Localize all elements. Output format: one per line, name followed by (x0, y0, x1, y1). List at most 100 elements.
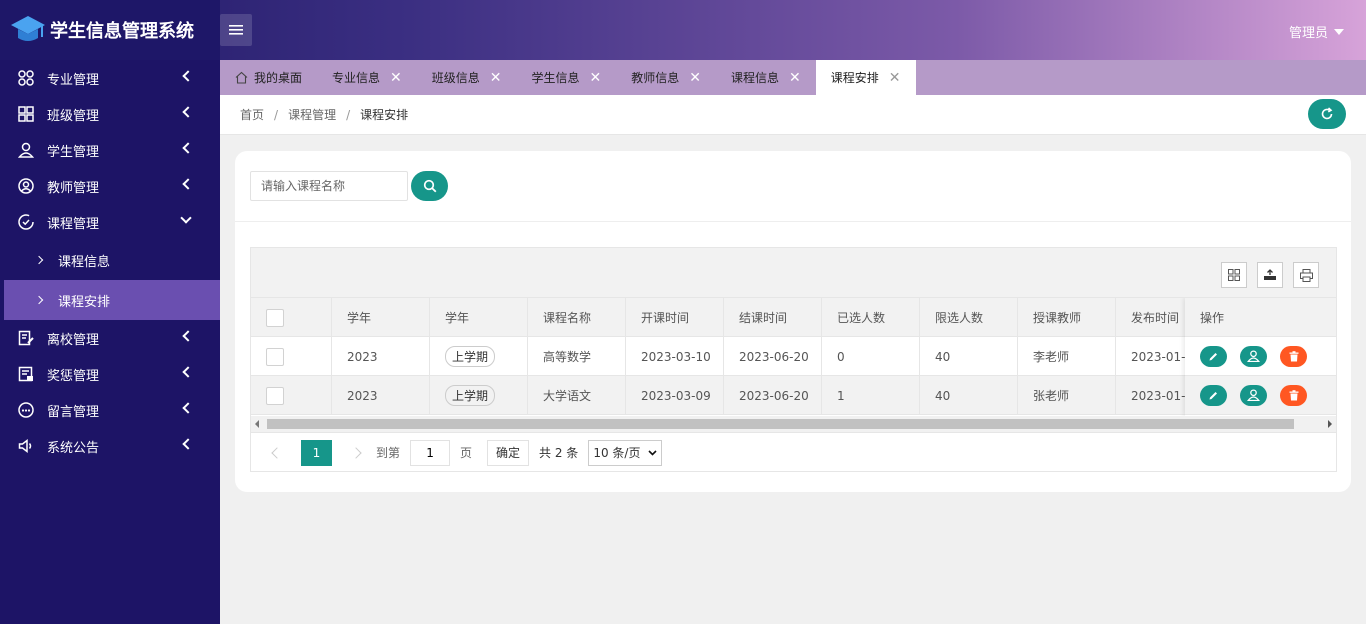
column-header[interactable]: 结课时间 (724, 298, 822, 337)
table-cell: 2023-06-20 (724, 376, 822, 415)
tab-class-info[interactable]: 班级信息 ✕ (417, 60, 517, 95)
tab-course-info[interactable]: 课程信息 ✕ (716, 60, 816, 95)
column-header[interactable]: 开课时间 (626, 298, 724, 337)
breadcrumb-separator: / (274, 107, 279, 122)
chevron-left-icon (182, 142, 194, 154)
column-header[interactable]: 学年 (430, 298, 528, 337)
edit-button[interactable] (1200, 345, 1227, 367)
search-button[interactable] (411, 171, 448, 201)
scrollbar-thumb[interactable] (267, 419, 1294, 429)
column-header[interactable]: 限选人数 (920, 298, 1018, 337)
next-page-icon[interactable] (350, 446, 362, 459)
row-checkbox[interactable] (266, 347, 284, 366)
tab-label: 我的桌面 (254, 71, 303, 85)
table-cell: 上学期 (430, 376, 528, 415)
scroll-right-icon[interactable] (1328, 420, 1332, 428)
columns-filter-button[interactable] (1221, 262, 1247, 288)
apps-icon (18, 70, 34, 86)
export-button[interactable] (1257, 262, 1283, 288)
search-input[interactable] (250, 171, 408, 201)
edit-button[interactable] (1200, 384, 1227, 406)
tab-label: 班级信息 (431, 71, 480, 85)
delete-button[interactable] (1280, 345, 1307, 367)
sidebar-item-major[interactable]: 专业管理 (0, 60, 220, 96)
page-size-select[interactable]: 10 条/页 (588, 439, 663, 466)
table-cell: 40 (920, 376, 1018, 415)
chevron-left-icon (182, 366, 194, 378)
export-icon (1264, 269, 1276, 280)
students-button[interactable] (1240, 345, 1267, 367)
sidebar-subitem-course-schedule[interactable]: 课程安排 (4, 280, 220, 320)
columns-icon (1228, 269, 1240, 281)
close-icon[interactable]: ✕ (490, 70, 502, 86)
table-toolbar (251, 248, 1336, 298)
sidebar-subitem-label: 课程信息 (58, 254, 111, 270)
row-actions (1185, 337, 1336, 376)
menu-toggle-button[interactable] (220, 14, 252, 46)
table-row: 2023 上学期 高等数学 2023-03-10 2023-06-20 0 40… (251, 337, 1336, 376)
column-header[interactable]: 课程名称 (528, 298, 626, 337)
checkbox-cell (251, 337, 332, 376)
user-menu[interactable]: 管理员 (1289, 22, 1344, 41)
close-icon[interactable]: ✕ (689, 70, 701, 86)
sidebar-item-label: 学生管理 (47, 144, 100, 160)
tab-student-info[interactable]: 学生信息 ✕ (517, 60, 617, 95)
chevron-left-icon (182, 402, 194, 414)
students-button[interactable] (1240, 384, 1267, 406)
table-cell: 2023 (332, 337, 430, 376)
close-icon[interactable]: ✕ (889, 70, 901, 86)
tab-home[interactable]: 我的桌面 (220, 60, 317, 95)
tab-label: 课程信息 (731, 71, 780, 85)
sidebar-item-teacher[interactable]: 教师管理 (0, 168, 220, 204)
sidebar-item-message[interactable]: 留言管理 (0, 392, 220, 428)
sidebar-item-label: 离校管理 (47, 332, 100, 348)
chevron-left-icon (182, 70, 194, 82)
user-icon (1247, 350, 1260, 362)
table-cell: 1 (822, 376, 920, 415)
sidebar-item-reward[interactable]: 奖惩管理 (0, 356, 220, 392)
horizontal-scrollbar[interactable] (251, 416, 1336, 432)
print-button[interactable] (1293, 262, 1319, 288)
trash-icon (1289, 389, 1298, 400)
sidebar-item-label: 课程管理 (47, 216, 100, 232)
sidebar-item-leave-school[interactable]: 离校管理 (0, 320, 220, 356)
close-icon[interactable]: ✕ (590, 70, 602, 86)
close-icon[interactable]: ✕ (789, 70, 801, 86)
tab-major-info[interactable]: 专业信息 ✕ (317, 60, 417, 95)
pencil-icon (1209, 391, 1217, 399)
tab-teacher-info[interactable]: 教师信息 ✕ (616, 60, 716, 95)
sidebar-item-class[interactable]: 班级管理 (0, 96, 220, 132)
column-header[interactable]: 已选人数 (822, 298, 920, 337)
sidebar-subitem-label: 课程安排 (58, 294, 111, 310)
column-header[interactable]: 授课教师 (1018, 298, 1116, 337)
table-cell: 2023 (332, 376, 430, 415)
close-icon[interactable]: ✕ (390, 70, 402, 86)
checkbox-cell (251, 376, 332, 415)
refresh-icon (1321, 107, 1333, 120)
row-checkbox[interactable] (266, 386, 284, 405)
goto-confirm-button[interactable]: 确定 (487, 439, 530, 466)
tab-label: 学生信息 (531, 71, 580, 85)
sidebar-item-notice[interactable]: 系统公告 (0, 428, 220, 464)
sidebar-item-course[interactable]: 课程管理 (0, 204, 220, 240)
tab-label: 专业信息 (332, 71, 381, 85)
goto-page-input[interactable] (410, 439, 451, 466)
refresh-button[interactable] (1308, 99, 1346, 129)
sidebar-subitem-course-info[interactable]: 课程信息 (0, 240, 220, 280)
sidebar-item-label: 专业管理 (47, 72, 100, 88)
tab-course-schedule[interactable]: 课程安排 ✕ (815, 60, 916, 95)
operations-column: 操作 (1185, 298, 1336, 416)
sidebar-item-label: 留言管理 (47, 404, 100, 420)
select-all-checkbox[interactable] (266, 308, 284, 327)
sidebar-item-student[interactable]: 学生管理 (0, 132, 220, 168)
sidebar: 专业管理 班级管理 学生管理 教师管理 课程管理 课程信息 课程安排 离校管理 … (0, 60, 220, 624)
delete-button[interactable] (1280, 384, 1307, 406)
current-page[interactable]: 1 (301, 439, 332, 466)
breadcrumb-home[interactable]: 首页 (240, 106, 264, 123)
chevron-left-icon (182, 438, 194, 450)
breadcrumb-course-management[interactable]: 课程管理 (288, 106, 336, 123)
scroll-left-icon[interactable] (255, 420, 259, 428)
prev-page-icon[interactable] (271, 446, 283, 459)
table-cell: 高等数学 (528, 337, 626, 376)
column-header[interactable]: 学年 (332, 298, 430, 337)
